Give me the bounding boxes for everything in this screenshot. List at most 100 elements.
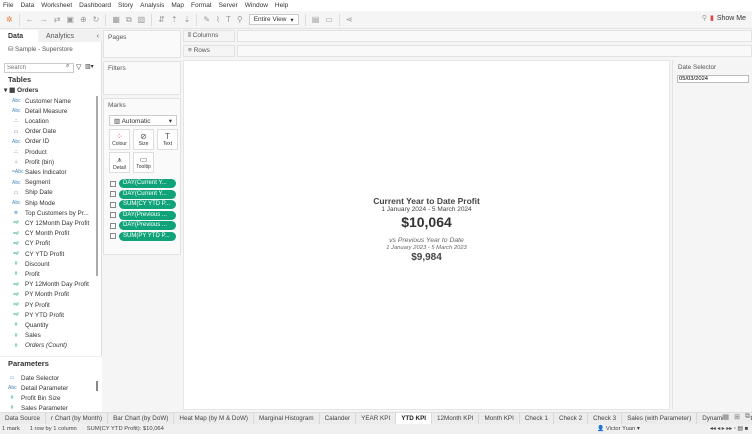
rows-shelf[interactable]: ≡ Rows [183,45,752,57]
replay-icon[interactable]: ⇄ [54,15,61,24]
tableau-logo-icon[interactable]: ✲ [6,15,13,24]
table-orders[interactable]: ▾ ▦ Orders [4,86,38,94]
view-options-icon[interactable]: ▥▾ [85,63,94,70]
field-item[interactable]: ⊥ Profit (bin) [12,157,54,167]
sheet-tab[interactable]: Check 2 [554,413,589,424]
marks-pill[interactable]: DAY(Current Y... [110,189,176,199]
filters-card[interactable]: Filters [103,61,181,95]
field-item[interactable]: Abc Order ID [12,137,49,147]
view-canvas[interactable]: Current Year to Date Profit 1 January 20… [183,60,670,410]
field-item[interactable]: =# PY 12Month Day Profit [12,280,89,290]
field-item[interactable]: ⛬ Product [12,147,46,157]
new-worksheet-icon[interactable]: ▦ [723,413,730,421]
menu-data[interactable]: Data [20,2,34,9]
new-story-icon[interactable]: ⧉ [745,413,750,421]
field-item[interactable]: =Abc Sales Indicator [12,167,67,177]
duplicate-icon[interactable]: ⧉ [126,15,132,25]
parameter-item[interactable]: # Profit Bin Size [8,393,61,403]
field-item[interactable]: ⊗ Top Customers by Pr... [12,208,89,218]
collapse-icon[interactable]: ‹ [97,33,99,40]
tab-data[interactable]: Data [0,30,38,42]
scrollbar[interactable] [96,96,98,276]
menu-analysis[interactable]: Analysis [140,2,164,9]
marks-detail-button[interactable]: ⩚ Detail [109,152,130,173]
highlight-icon[interactable]: ✎ [203,15,210,24]
show-me-button[interactable]: ⚲ ▮ Show Me [702,14,746,23]
redo-icon[interactable]: → [40,15,48,24]
menu-format[interactable]: Format [191,2,212,9]
field-item[interactable]: =# CY YTD Profit [12,249,64,259]
menu-file[interactable]: File [3,2,13,9]
field-item[interactable]: =# CY 12Month Day Profit [12,218,89,228]
field-item[interactable]: # Profit [12,269,40,279]
date-selector-input[interactable] [677,75,749,83]
fit-dropdown[interactable]: Entire View ▾ [248,14,299,25]
undo-icon[interactable]: ← [26,15,34,24]
columns-shelf[interactable]: ⦀ Columns [183,30,752,42]
field-item[interactable]: ▭ Ship Date [12,188,53,198]
marks-pill[interactable]: DAY(Previous ... [110,221,176,230]
tab-analytics[interactable]: Analytics ‹ [38,30,102,42]
sheet-tab[interactable]: Check 3 [588,413,623,424]
field-item[interactable]: # Discount [12,259,50,269]
marks-tooltip-button[interactable]: ▭ Tooltip [133,152,154,173]
field-item[interactable]: Abc Detail Measure [12,106,67,116]
filter-icon[interactable]: ▽ [76,63,81,71]
field-item[interactable]: Abc Customer Name [12,96,71,106]
parameter-item[interactable]: ▭ Date Selector [8,373,60,383]
parameter-item[interactable]: Abc Detail Parameter [8,383,68,393]
marks-size-button[interactable]: ⊘ Size [133,129,154,150]
field-item[interactable]: =# CY Month Profit [12,229,69,239]
marks-pill[interactable]: DAY(Current Y... [110,179,176,188]
mark-type-dropdown[interactable]: ▥ Automatic ▾ [109,115,177,126]
swap-icon[interactable]: ⇵ [158,15,165,24]
group-icon[interactable]: ⌇ [216,15,220,24]
new-datasource-icon[interactable]: ⊕ [80,15,87,24]
label-icon[interactable]: T [226,15,231,24]
field-item[interactable]: Abc Segment [12,178,50,188]
sheet-tab[interactable]: Calander [320,413,357,424]
menu-map[interactable]: Map [171,2,184,9]
sheet-nav-icons[interactable]: ◂◂ ◂ ▸ ▸▸ ▫ ▤ ■ [710,426,748,432]
sheet-tab[interactable]: r Chart (by Month) [46,413,109,424]
field-item[interactable]: # Sales [12,331,41,341]
params-scrollbar[interactable] [96,381,98,391]
field-item[interactable]: ⛬ Location [12,116,49,126]
field-item[interactable]: # Orders (Count) [12,341,67,351]
search-input[interactable] [4,63,74,73]
new-dashboard-icon[interactable]: ⊞ [734,413,740,421]
refresh-icon[interactable]: ↻ [93,15,100,24]
marks-pill[interactable]: DAY(Previous ... [110,210,176,220]
sheet-tab[interactable]: Check 1 [520,413,554,424]
sheet-tab[interactable]: Heat Map (by M & DoW) [174,413,254,424]
menu-help[interactable]: Help [275,2,288,9]
menu-window[interactable]: Window [245,2,268,9]
marks-pill[interactable]: SUM(PY YTD P... [110,231,176,241]
tooltip-icon[interactable]: ▭ [325,15,333,24]
share-icon[interactable]: ⋖ [346,15,353,24]
sheet-tab[interactable]: YTD KPI [396,413,433,424]
presentation-icon[interactable]: ▤ [312,15,320,24]
field-item[interactable]: =# PY YTD Profit [12,310,64,320]
datasource-item[interactable]: ⛁ Sample - Superstore [8,46,73,53]
save-icon[interactable]: ▣ [66,15,74,24]
sheet-tab[interactable]: 12Month KPI [432,413,480,424]
clear-icon[interactable]: ▧ [138,15,146,24]
sheet-tab[interactable]: Sales (with Parameter) [622,413,698,424]
pin-icon[interactable]: ⚲ [237,15,243,24]
marks-pill[interactable]: SUM(CY YTD P... [110,200,176,209]
field-item[interactable]: =# PY Profit [12,300,50,310]
pages-card[interactable]: Pages [103,30,181,58]
sort-desc-icon[interactable]: ⇣ [184,15,191,24]
sheet-tab[interactable]: Marginal Histogram [254,413,320,424]
sort-asc-icon[interactable]: ⇡ [171,15,178,24]
sheet-tab[interactable]: Month KPI [479,413,520,424]
field-item[interactable]: # Quantity [12,320,49,330]
user-menu[interactable]: 👤 Victor Yuan ▾ [597,426,640,432]
menu-worksheet[interactable]: Worksheet [41,2,72,9]
menu-server[interactable]: Server [219,2,238,9]
marks-colour-button[interactable]: ⁘ Colour [109,129,130,150]
menu-story[interactable]: Story [118,2,133,9]
sheet-tab[interactable]: Data Source [0,413,47,424]
sheet-tab[interactable]: YEAR KPI [356,413,397,424]
